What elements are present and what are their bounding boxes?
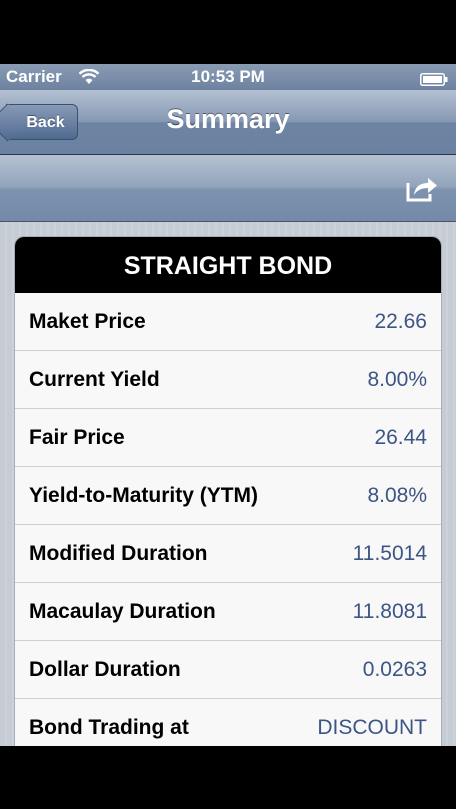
row-label: Macaulay Duration: [29, 600, 216, 623]
battery-icon: [420, 71, 448, 91]
page-title: Summary: [166, 104, 290, 134]
status-bar: Carrier 10:53 PM: [0, 64, 456, 90]
row-label: Bond Trading at: [29, 716, 189, 739]
row-value: 22.66: [374, 310, 427, 333]
card-title: STRAIGHT BOND: [15, 237, 441, 293]
row-label: Modified Duration: [29, 542, 208, 565]
row-value: 11.8081: [352, 600, 427, 623]
row-label: Maket Price: [29, 310, 146, 333]
row-value: 11.5014: [352, 542, 427, 565]
row-label: Current Yield: [29, 368, 160, 391]
row-label: Fair Price: [29, 426, 125, 449]
navigation-bar: Back Summary: [0, 90, 456, 155]
status-time: 10:53 PM: [191, 67, 265, 86]
table-row: Modified Duration 11.5014: [15, 525, 441, 583]
table-row: Maket Price 22.66: [15, 293, 441, 351]
row-label: Dollar Duration: [29, 658, 181, 681]
row-value: 8.08%: [367, 484, 427, 507]
table-row: Macaulay Duration 11.8081: [15, 583, 441, 641]
app-screen: Carrier 10:53 PM Back Summary STRAIGHT B…: [0, 64, 456, 746]
row-value: 0.0263: [362, 658, 427, 681]
share-button[interactable]: [404, 173, 440, 203]
table-row: Bond Trading at DISCOUNT: [15, 699, 441, 746]
row-value: 26.44: [374, 426, 427, 449]
table-row: Dollar Duration 0.0263: [15, 641, 441, 699]
bond-summary-card: STRAIGHT BOND Maket Price 22.66 Current Yi…: [14, 236, 442, 746]
toolbar: [0, 155, 456, 222]
row-label: Yield-to-Maturity (YTM): [29, 484, 259, 507]
summary-rows: Maket Price 22.66 Current Yield 8.00% Fair P…: [15, 293, 441, 746]
table-row: Current Yield 8.00%: [15, 351, 441, 409]
row-value: 8.00%: [367, 368, 427, 391]
table-row: Yield-to-Maturity (YTM) 8.08%: [15, 467, 441, 525]
table-row: Fair Price 26.44: [15, 409, 441, 467]
row-value: DISCOUNT: [317, 716, 427, 739]
share-icon: [404, 178, 440, 207]
